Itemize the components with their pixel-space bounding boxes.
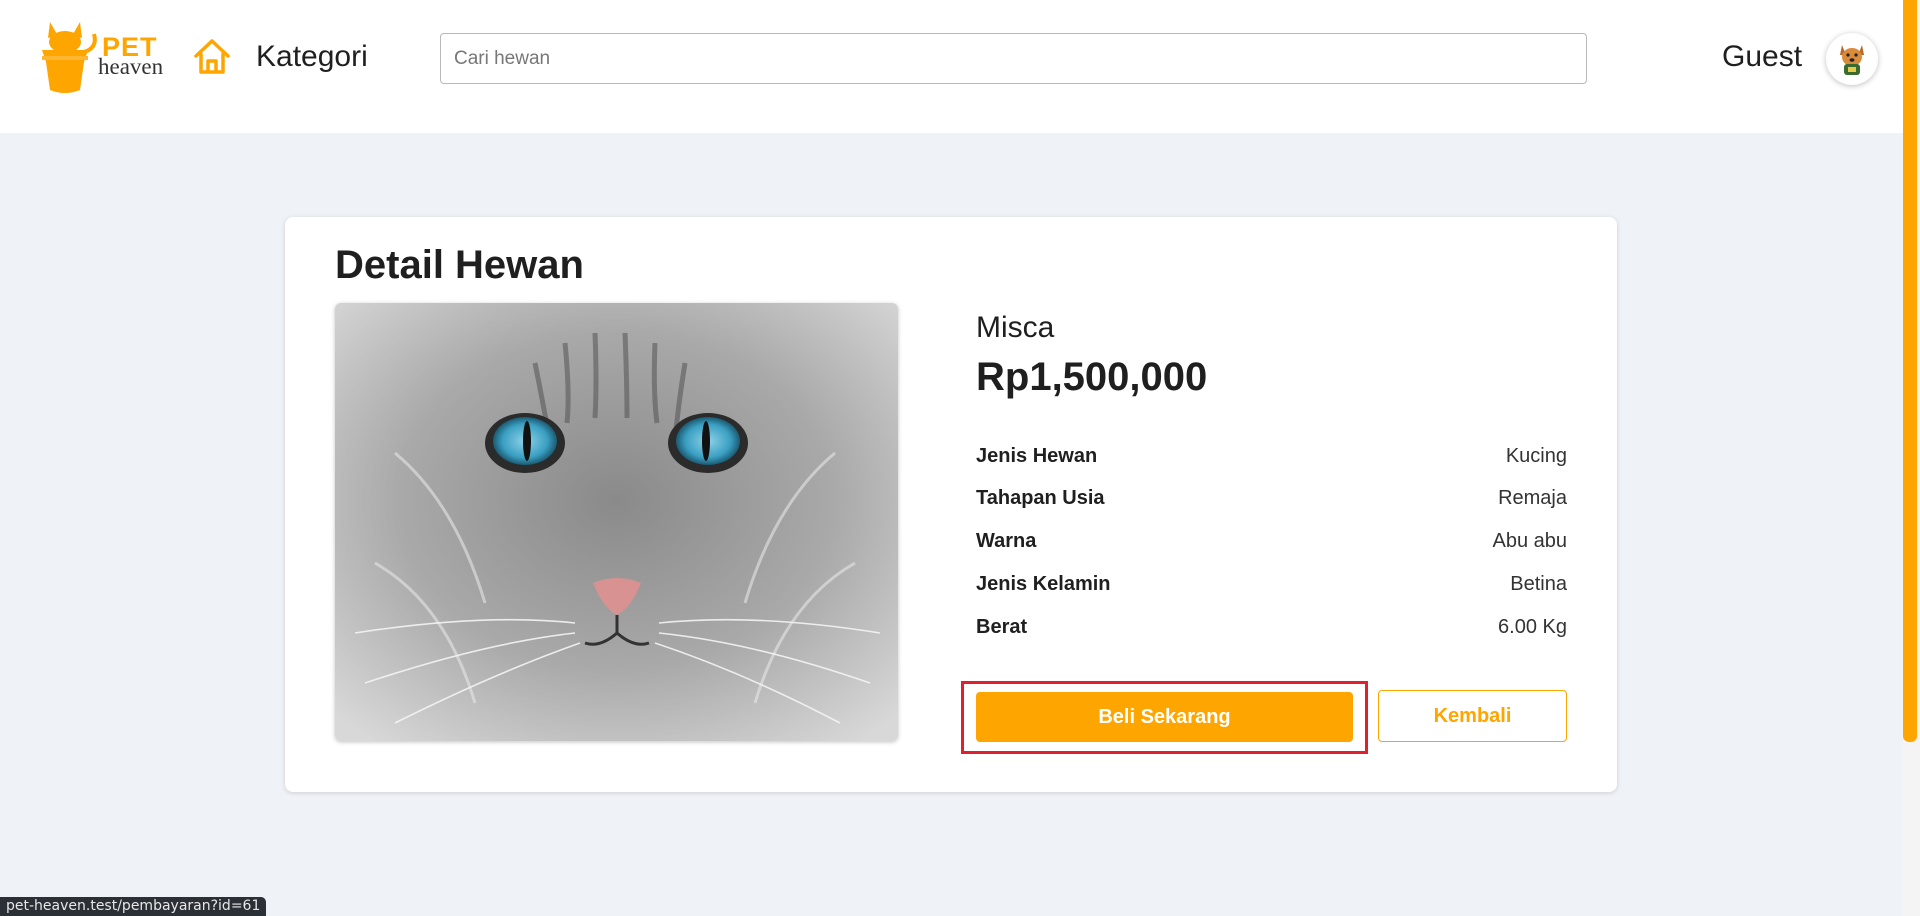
pet-detail-card: Detail Hewan Misca Rp1,500,000 Jenis Hew…	[285, 217, 1617, 792]
status-bar-url: pet-heaven.test/pembayaran?id=61	[0, 897, 267, 916]
cat-photo-image	[335, 303, 898, 741]
pet-name: Misca	[976, 311, 1055, 344]
home-icon[interactable]	[192, 36, 232, 76]
dog-avatar-icon	[1840, 45, 1864, 75]
attribute-label: Jenis Hewan	[976, 445, 1098, 467]
attribute-label: Jenis Kelamin	[976, 573, 1111, 595]
attribute-row-berat: Berat 6.00 Kg	[976, 616, 1567, 646]
page-title: Detail Hewan	[335, 243, 584, 287]
attribute-row-warna: Warna Abu abu	[976, 530, 1567, 560]
attribute-value: Remaja	[1498, 487, 1567, 509]
attribute-value: Abu abu	[1492, 530, 1567, 552]
attribute-row-jenis-hewan: Jenis Hewan Kucing	[976, 445, 1567, 475]
buy-now-button[interactable]: Beli Sekarang	[976, 692, 1353, 742]
attribute-value: 6.00 Kg	[1498, 616, 1567, 638]
pet-heaven-logo[interactable]: PET heaven	[40, 18, 165, 93]
attribute-row-jenis-kelamin: Jenis Kelamin Betina	[976, 573, 1567, 603]
back-button[interactable]: Kembali	[1378, 690, 1567, 742]
search-input[interactable]	[440, 33, 1587, 84]
pet-price: Rp1,500,000	[976, 355, 1208, 399]
top-header: PET heaven Kategori Guest	[0, 0, 1903, 133]
attribute-value: Betina	[1510, 573, 1567, 595]
user-name-label: Guest	[1722, 40, 1803, 73]
scrollbar-thumb[interactable]	[1903, 0, 1917, 742]
cat-basket-logo-icon	[42, 22, 97, 93]
attribute-row-tahapan-usia: Tahapan Usia Remaja	[976, 487, 1567, 517]
avatar[interactable]	[1826, 33, 1878, 85]
kategori-menu[interactable]: Kategori	[256, 40, 368, 74]
pet-photo	[335, 303, 898, 741]
logo-text-heaven: heaven	[98, 54, 164, 79]
attribute-label: Berat	[976, 616, 1028, 638]
attribute-label: Warna	[976, 530, 1037, 552]
attribute-label: Tahapan Usia	[976, 487, 1105, 509]
attribute-value: Kucing	[1505, 445, 1567, 467]
